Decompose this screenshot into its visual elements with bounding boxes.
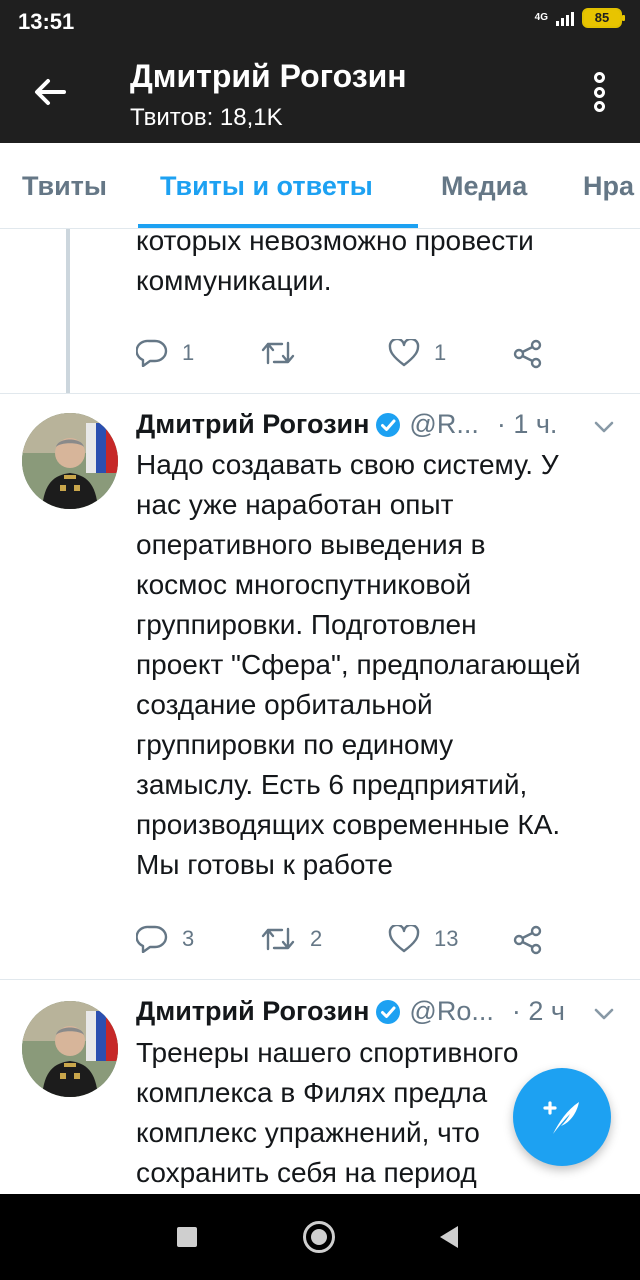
status-time: 13:51 — [18, 9, 75, 34]
tweet-author-handle[interactable]: @R... — [409, 409, 478, 440]
tweet-text[interactable]: Надо создавать свою систему. У нас уже н… — [136, 445, 626, 885]
home-icon[interactable] — [303, 1221, 335, 1253]
tweet-author-handle[interactable]: @Ro... — [409, 996, 493, 1027]
tweet-line: оперативного выведения в — [136, 529, 486, 560]
tweet-line: космос многоспутниковой — [136, 569, 472, 600]
profile-name: Дмитрий Рогозин — [130, 58, 407, 94]
tweet-line: которых невозможно провести — [136, 229, 534, 256]
share-button[interactable] — [512, 339, 544, 369]
reply-count: 1 — [182, 340, 195, 365]
reply-icon — [136, 339, 168, 367]
compose-icon — [543, 1101, 579, 1134]
chevron-down-icon[interactable] — [592, 1002, 616, 1026]
tweet-line: Тренеры нашего спортивного — [136, 1037, 519, 1068]
like-count: 13 — [434, 926, 459, 951]
compose-button[interactable] — [513, 1068, 611, 1166]
tweet-time: · 2 ч — [511, 996, 565, 1026]
chevron-down-icon[interactable] — [592, 415, 616, 439]
retweet-button[interactable]: 2 — [260, 925, 322, 953]
tab-tweets[interactable]: Твиты — [22, 171, 107, 202]
reply-button[interactable]: 3 — [136, 925, 194, 953]
more-vertical-icon[interactable] — [592, 72, 606, 112]
tweet-line: производящих современные КА. — [136, 809, 561, 840]
tweet-line: Мы готовы к работе — [136, 849, 393, 880]
share-button[interactable] — [512, 925, 544, 955]
avatar[interactable] — [22, 413, 118, 509]
tweet-author-name[interactable]: Дмитрий Рогозин — [136, 409, 369, 440]
like-count: 1 — [434, 340, 447, 365]
retweet-button[interactable] — [260, 339, 310, 367]
reply-icon — [136, 925, 168, 953]
tweet-actions: 3 2 13 — [136, 925, 556, 961]
divider — [0, 979, 640, 980]
tweet-line: Надо создавать свою систему. У — [136, 449, 559, 480]
app-header: 13:51 4G 85 Дмитрий Рогозин Твитов: 18,1… — [0, 0, 640, 143]
tweet-count: Твитов: 18,1K — [130, 104, 283, 131]
reply-button[interactable]: 1 — [136, 339, 194, 367]
tweet-text[interactable]: которых невозможно провести коммуникации… — [136, 229, 626, 301]
verified-icon — [376, 999, 401, 1024]
tweet-line: коммуникации. — [136, 265, 332, 296]
thread-line — [66, 229, 70, 394]
reply-count: 3 — [182, 926, 195, 951]
tweet-line: замыслу. Есть 6 предприятий, — [136, 769, 528, 800]
share-icon — [513, 925, 542, 955]
tab-media[interactable]: Медиа — [441, 171, 527, 202]
timeline[interactable]: которых невозможно провести коммуникации… — [0, 229, 640, 1194]
tweet-line: группировки по единому — [136, 729, 454, 760]
tweet-header: Дмитрий Рогозин @R... · 1 ч. — [136, 409, 626, 440]
tab-likes[interactable]: Нра — [583, 171, 634, 202]
retweet-icon — [261, 927, 295, 951]
like-icon — [388, 339, 420, 367]
tweet-header: Дмитрий Рогозин @Ro... · 2 ч — [136, 996, 626, 1027]
tweet-line: проект "Сфера", предполагающей — [136, 649, 581, 680]
battery-icon: 85 — [582, 8, 625, 28]
network-type: 4G — [534, 12, 548, 23]
like-icon — [388, 925, 420, 953]
tweet-line: группировки. Подготовлен — [136, 609, 477, 640]
like-button[interactable]: 13 — [388, 925, 458, 953]
retweet-count: 2 — [310, 926, 323, 951]
tweet-line: создание орбитальной — [136, 689, 433, 720]
back-arrow-icon[interactable] — [30, 72, 70, 112]
retweet-icon — [261, 341, 295, 365]
tweet-actions: 1 1 — [136, 339, 556, 375]
status-icons: 4G 85 — [534, 8, 625, 28]
tweet-author-name[interactable]: Дмитрий Рогозин — [136, 996, 369, 1027]
avatar[interactable] — [22, 1001, 118, 1097]
verified-icon — [376, 412, 401, 437]
profile-tabs: Твиты Твиты и ответы Медиа Нра — [0, 143, 640, 229]
tab-tweets-and-replies[interactable]: Твиты и ответы — [160, 171, 373, 202]
share-icon — [513, 339, 542, 369]
recents-icon[interactable] — [177, 1227, 197, 1247]
system-nav-bar — [0, 1194, 640, 1280]
tweet-time: · 1 ч. — [496, 409, 558, 439]
back-triangle-icon[interactable] — [440, 1226, 458, 1248]
signal-icon — [556, 10, 574, 26]
divider — [0, 393, 640, 394]
tweet-line: нас уже наработан опыт — [136, 489, 454, 520]
like-button[interactable]: 1 — [388, 339, 446, 367]
